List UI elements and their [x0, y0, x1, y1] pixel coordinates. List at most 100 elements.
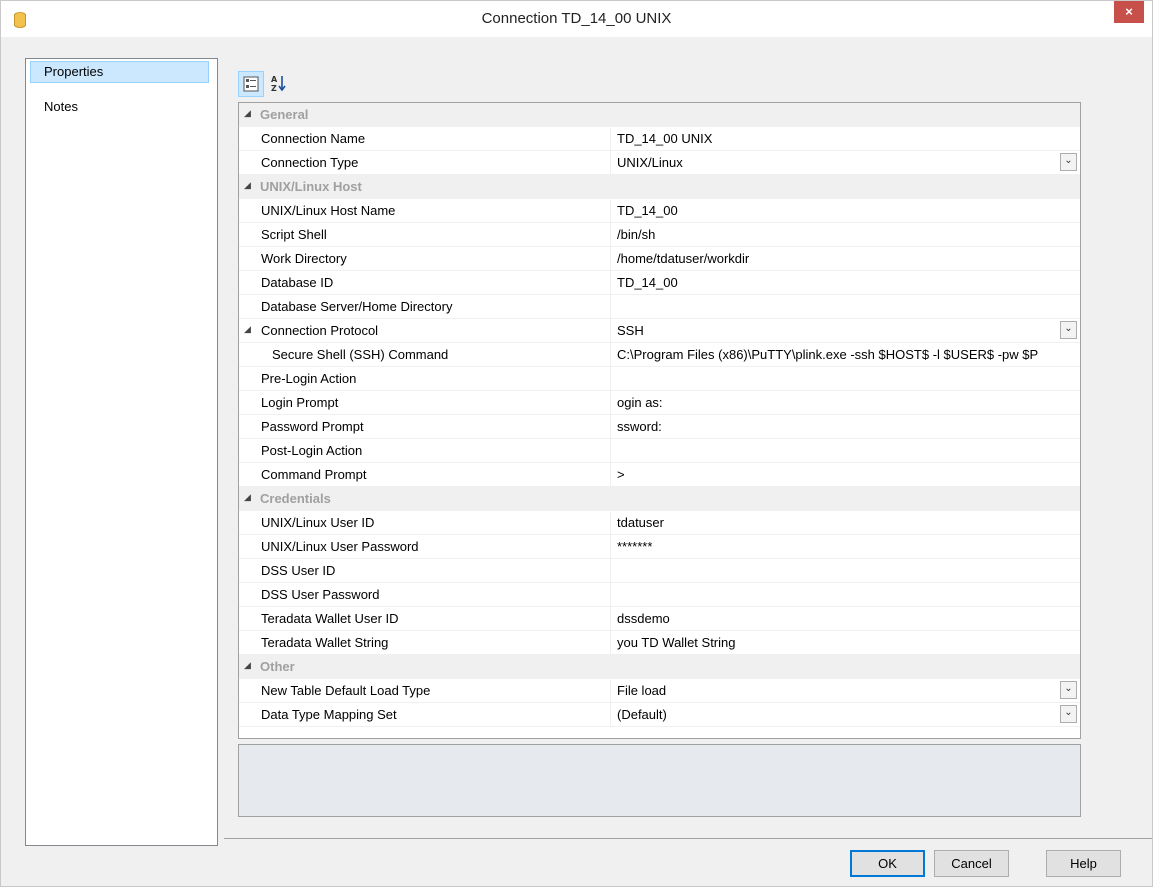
alphabetical-sort-icon: A Z [271, 75, 286, 93]
property-value[interactable]: /home/tdatuser/workdir [610, 247, 1080, 270]
property-row[interactable]: Secure Shell (SSH) Command C:\Program Fil… [239, 343, 1080, 367]
property-label: Pre-Login Action [261, 371, 357, 386]
property-value-text: you TD Wallet String [617, 635, 736, 650]
category-row[interactable]: ◢ UNIX/Linux Host [239, 175, 1080, 199]
property-row[interactable]: Connection Type UNIX/Linux ⌄ [239, 151, 1080, 175]
dropdown-chevron-icon[interactable]: ⌄ [1060, 321, 1077, 339]
property-row[interactable]: DSS User Password [239, 583, 1080, 607]
category-label: General [260, 107, 309, 122]
property-row[interactable]: UNIX/Linux User Password ******* [239, 535, 1080, 559]
property-label: Connection Name [261, 131, 366, 146]
property-value[interactable]: ******* [610, 535, 1080, 558]
collapse-arrow-icon[interactable]: ◢ [244, 108, 251, 119]
category-row[interactable]: ◢ General [239, 103, 1080, 127]
property-row[interactable]: Database Server/Home Directory [239, 295, 1080, 319]
property-row[interactable]: UNIX/Linux Host Name TD_14_00 [239, 199, 1080, 223]
dropdown-chevron-icon[interactable]: ⌄ [1060, 681, 1077, 699]
property-value[interactable] [610, 583, 1080, 606]
property-value[interactable]: tdatuser [610, 511, 1080, 534]
collapse-arrow-icon[interactable]: ◢ [244, 660, 251, 671]
close-button[interactable]: × [1114, 1, 1144, 23]
property-label: Database Server/Home Directory [261, 299, 453, 314]
categorized-view-button[interactable] [238, 71, 264, 97]
property-row[interactable]: Data Type Mapping Set (Default) ⌄ [239, 703, 1080, 727]
property-row[interactable]: Teradata Wallet String you TD Wallet Stri… [239, 631, 1080, 655]
property-value[interactable]: TD_14_00 [610, 271, 1080, 294]
property-value[interactable]: > [610, 463, 1080, 486]
property-label: Command Prompt [261, 467, 367, 482]
property-row[interactable]: Script Shell/bin/sh [239, 223, 1080, 247]
dropdown-chevron-icon[interactable]: ⌄ [1060, 705, 1077, 723]
property-value[interactable]: TD_14_00 UNIX [610, 127, 1080, 150]
property-row[interactable]: Teradata Wallet User ID dssdemo [239, 607, 1080, 631]
property-value[interactable]: you TD Wallet String [610, 631, 1080, 654]
property-label: Script Shell [261, 227, 327, 242]
category-row[interactable]: ◢ Other [239, 655, 1080, 679]
property-value-text: SSH [617, 323, 644, 338]
property-value[interactable]: TD_14_00 [610, 199, 1080, 222]
property-value[interactable]: /bin/sh [610, 223, 1080, 246]
property-value-text: ******* [617, 539, 653, 554]
category-row[interactable]: ◢ Credentials [239, 487, 1080, 511]
property-row[interactable]: UNIX/Linux User ID tdatuser [239, 511, 1080, 535]
svg-text:A: A [271, 75, 278, 84]
property-value-text: dssdemo [617, 611, 670, 626]
property-value[interactable] [610, 559, 1080, 582]
property-row[interactable]: Command Prompt > [239, 463, 1080, 487]
property-label: DSS User Password [261, 587, 380, 602]
property-row[interactable]: Login Prompt ogin as: [239, 391, 1080, 415]
property-value-text: C:\Program Files (x86)\PuTTY\plink.exe -… [617, 347, 1039, 362]
property-label: Secure Shell (SSH) Command [272, 347, 449, 362]
property-value[interactable] [610, 439, 1080, 462]
property-label: UNIX/Linux User Password [261, 539, 419, 554]
property-label: Teradata Wallet String [261, 635, 389, 650]
property-value[interactable]: ssword: [610, 415, 1080, 438]
property-row[interactable]: ◢ Connection Protocol SSH ⌄ [239, 319, 1080, 343]
separator [224, 838, 1152, 839]
property-value-text: ogin as: [617, 395, 663, 410]
property-value[interactable] [610, 367, 1080, 390]
property-value[interactable] [610, 295, 1080, 318]
property-value[interactable]: File load ⌄ [610, 679, 1080, 702]
collapse-arrow-icon[interactable]: ◢ [244, 180, 251, 191]
ok-button[interactable]: OK [850, 850, 925, 877]
help-button[interactable]: Help [1046, 850, 1121, 877]
property-row[interactable]: Password Prompt ssword: [239, 415, 1080, 439]
category-label: Credentials [260, 491, 331, 506]
property-row[interactable]: Work Directory/home/tdatuser/workdir [239, 247, 1080, 271]
alphabetical-sort-button[interactable]: A Z [267, 71, 293, 97]
collapse-arrow-icon[interactable]: ◢ [244, 492, 251, 503]
property-row[interactable]: DSS User ID [239, 559, 1080, 583]
sidebar-item-notes[interactable]: Notes [30, 96, 209, 118]
property-value-text: File load [617, 683, 667, 698]
sidebar-nav: Properties Notes [25, 58, 218, 846]
property-value[interactable]: ogin as: [610, 391, 1080, 414]
property-row[interactable]: Post-Login Action [239, 439, 1080, 463]
sidebar-item-properties[interactable]: Properties [30, 61, 209, 83]
property-value-text: ssword: [617, 419, 662, 434]
property-row[interactable]: Database ID TD_14_00 [239, 271, 1080, 295]
title-bar: Connection TD_14_00 UNIX × [1, 1, 1152, 37]
property-value[interactable]: UNIX/Linux ⌄ [610, 151, 1080, 174]
property-value[interactable]: dssdemo [610, 607, 1080, 630]
property-row[interactable]: New Table Default Load Type File load ⌄ [239, 679, 1080, 703]
category-label: UNIX/Linux Host [260, 179, 362, 194]
property-value-text: (Default) [617, 707, 667, 722]
property-label: UNIX/Linux Host Name [261, 203, 396, 218]
property-value[interactable]: C:\Program Files (x86)\PuTTY\plink.exe -… [610, 343, 1080, 366]
property-label: New Table Default Load Type [261, 683, 431, 698]
property-value[interactable]: SSH ⌄ [610, 319, 1080, 342]
property-row[interactable]: Pre-Login Action [239, 367, 1080, 391]
cancel-button[interactable]: Cancel [934, 850, 1009, 877]
dropdown-chevron-icon[interactable]: ⌄ [1060, 153, 1077, 171]
property-row[interactable]: Connection Name TD_14_00 UNIX [239, 127, 1080, 151]
connection-dialog: Connection TD_14_00 UNIX × Properties No… [0, 0, 1153, 887]
property-label: Post-Login Action [261, 443, 363, 458]
property-value-text: TD_14_00 [617, 275, 678, 290]
description-panel [238, 744, 1081, 817]
property-value-text: TD_14_00 UNIX [617, 131, 713, 146]
property-value[interactable]: (Default) ⌄ [610, 703, 1080, 726]
svg-text:Z: Z [271, 84, 277, 93]
property-value-text: TD_14_00 [617, 203, 678, 218]
expand-arrow-icon[interactable]: ◢ [244, 324, 251, 335]
